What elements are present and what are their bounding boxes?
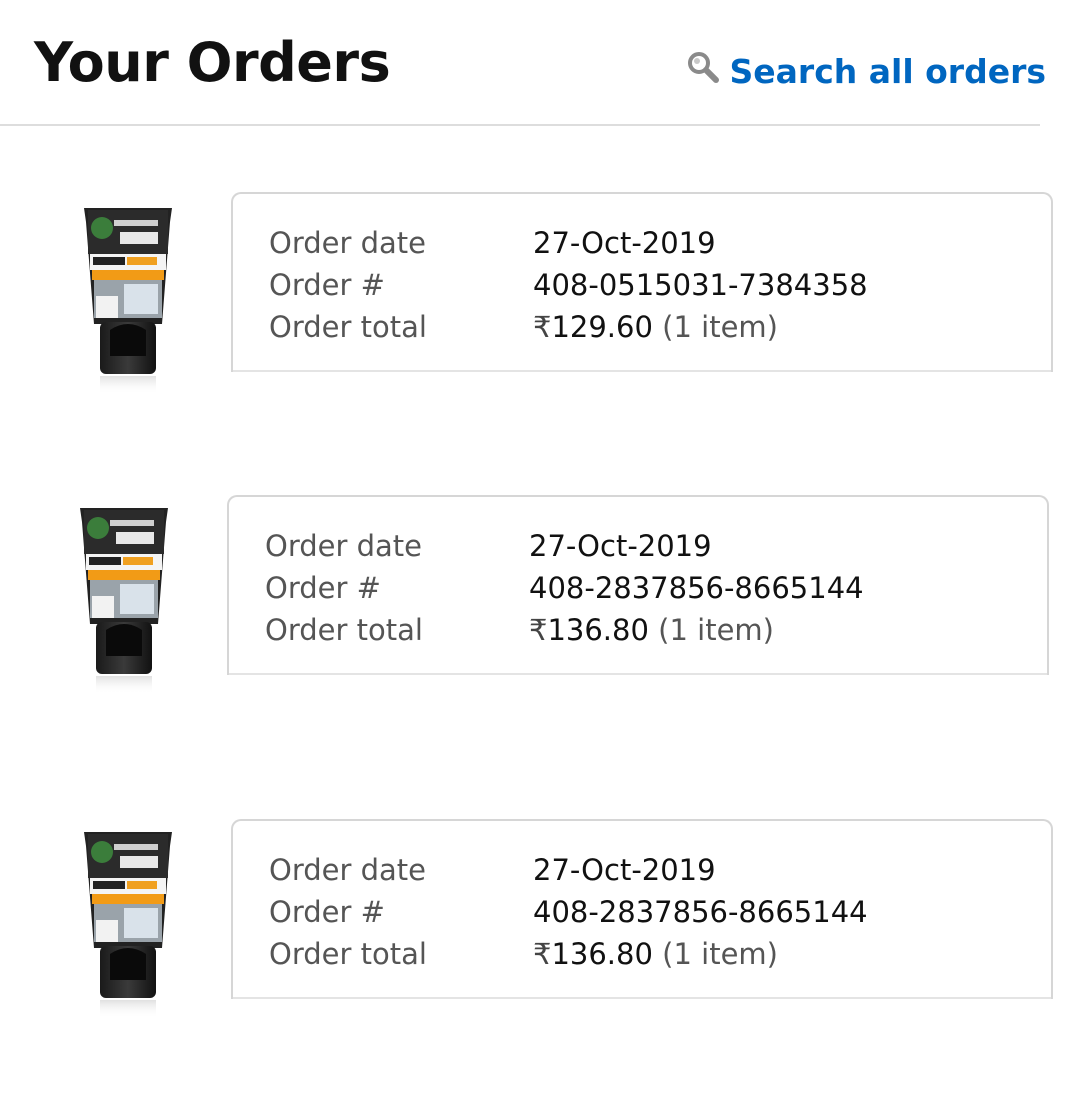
order-total-label: Order total (269, 310, 427, 344)
order-date-value: 27-Oct-2019 (533, 853, 716, 887)
order-total-value: ₹136.80 (1 item) (529, 609, 774, 651)
order-date-label: Order date (269, 226, 427, 260)
order-card[interactable]: Order date 27-Oct-2019 Order # 408-28378… (227, 495, 1049, 675)
order-list-item: Order date 27-Oct-2019 Order # 408-28378… (0, 818, 1080, 1018)
page-title: Your Orders (34, 31, 391, 94)
product-image[interactable] (80, 206, 176, 396)
order-number-label: Order # (269, 268, 385, 302)
order-number-label: Order # (265, 571, 381, 605)
order-card[interactable]: Order date 27-Oct-2019 Order # 408-28378… (231, 819, 1053, 999)
order-date-label: Order date (269, 853, 427, 887)
order-list-item: Order date 27-Oct-2019 Order # 408-05150… (0, 192, 1080, 392)
order-amount: 129.60 (551, 310, 653, 344)
order-amount: 136.80 (551, 937, 653, 971)
order-total-label: Order total (269, 937, 427, 971)
order-amount: 136.80 (547, 613, 649, 647)
order-date-value: 27-Oct-2019 (533, 226, 716, 260)
search-all-orders-label: Search all orders (729, 52, 1046, 91)
order-date-label: Order date (265, 529, 423, 563)
order-total-label: Order total (265, 613, 423, 647)
order-card[interactable]: Order date 27-Oct-2019 Order # 408-05150… (231, 192, 1053, 372)
rupee-symbol: ₹ (529, 613, 548, 647)
order-number-value: 408-0515031-7384358 (533, 268, 868, 302)
order-date-value: 27-Oct-2019 (529, 529, 712, 563)
order-number-value: 408-2837856-8665144 (533, 895, 868, 929)
order-list-item: Order date 27-Oct-2019 Order # 408-28378… (0, 494, 1080, 694)
order-item-count: (1 item) (662, 937, 778, 971)
order-total-value: ₹129.60 (1 item) (533, 306, 778, 348)
product-image[interactable] (80, 830, 176, 1020)
order-number-label: Order # (269, 895, 385, 929)
order-item-count: (1 item) (658, 613, 774, 647)
order-item-count: (1 item) (662, 310, 778, 344)
search-icon (687, 52, 719, 83)
search-all-orders-link[interactable]: Search all orders (686, 44, 1046, 100)
rupee-symbol: ₹ (533, 310, 552, 344)
order-total-value: ₹136.80 (1 item) (533, 933, 778, 975)
rupee-symbol: ₹ (533, 937, 552, 971)
product-image[interactable] (76, 506, 172, 696)
order-number-value: 408-2837856-8665144 (529, 571, 864, 605)
orders-header: Your Orders Search all orders (0, 0, 1046, 126)
